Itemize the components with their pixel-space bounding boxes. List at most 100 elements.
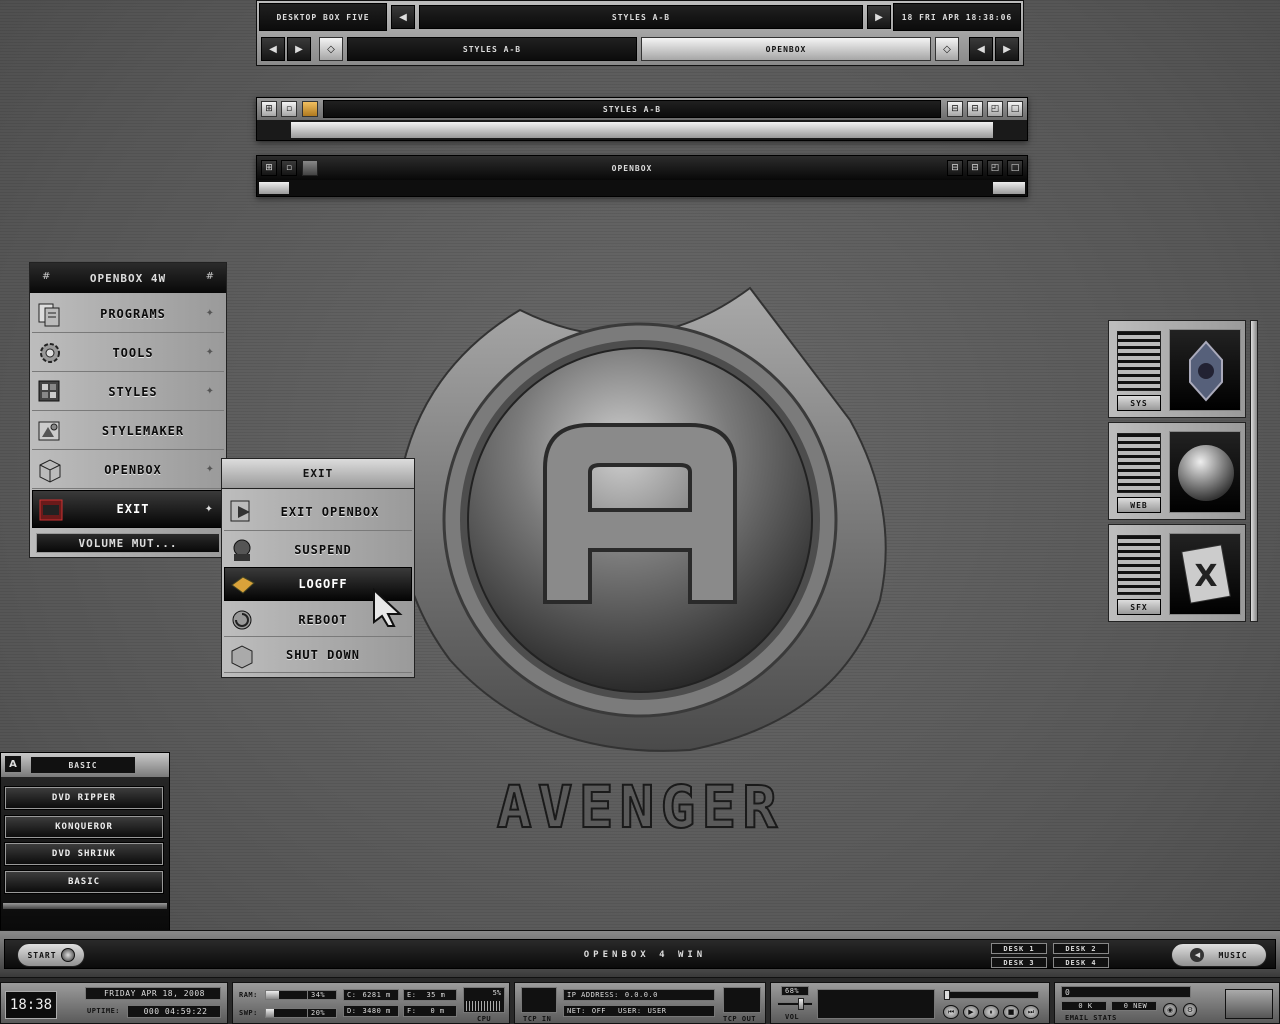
ip-label: ip address: [567,991,619,999]
menu-item-exit[interactable]: exit ✦ [32,490,224,528]
titlebar[interactable]: ⊞ ▫ styles a-b ⊟ ⊟ ◰ □ [257,98,1027,120]
tcp-in-graph [521,987,557,1013]
pause-button[interactable]: ⏸ [983,1005,999,1019]
swp-label: swp: [239,1009,258,1017]
volume-mute-item[interactable]: volume mut... [36,533,220,553]
desk-2-button[interactable]: desk 2 [1053,943,1109,954]
exit-icon [39,499,63,521]
stick-icon[interactable]: ▫ [281,101,297,117]
stop-button[interactable]: ■ [1003,1005,1019,1019]
play-button[interactable]: ▶ [963,1005,979,1019]
launch-konqueror[interactable]: konqueror [4,815,164,839]
seek-bar[interactable] [943,990,1039,1000]
menu-item-label: stylemaker [101,423,185,438]
prev-track-button[interactable]: ⏮ [943,1005,959,1019]
menu-item-programs[interactable]: programs ✦ [32,295,224,333]
submenu-arrow-icon: ✦ [205,347,214,358]
menu-item-tools[interactable]: tools ✦ [32,334,224,372]
menu-item-shut-down[interactable]: shut down [224,637,412,673]
dock-item-sys[interactable]: sys [1108,320,1246,418]
date-display: friday apr 18, 2008 [85,987,221,1000]
user-value: user [647,1007,667,1015]
desk-4-button[interactable]: desk 4 [1053,957,1109,968]
volume-slider[interactable] [777,998,813,1010]
drive-c: c: 6281 m [343,989,399,1001]
window-openbox: ⊞ ▫ openbox ⊟ ⊟ ◰ □ [256,155,1028,197]
tcp-out-label: tcp out [723,1015,757,1023]
desk-3-button[interactable]: desk 3 [991,957,1047,968]
start-button[interactable]: start [17,943,85,967]
exit-menu-title-bar: exit [222,459,414,489]
maximize-icon[interactable]: ◰ [987,160,1003,176]
music-button[interactable]: ◀ music [1171,943,1267,967]
menu-item-styles[interactable]: styles ✦ [32,373,224,411]
arrow-right-icon: ▶ [295,43,303,55]
close-icon[interactable]: □ [1007,160,1023,176]
ip-value: 0.0.0.0 [624,991,658,999]
menu-item-suspend[interactable]: suspend [224,531,412,569]
launch-dvd-shrink[interactable]: dvd shrink [4,842,164,866]
ram-percent: 34% [307,990,337,1000]
svg-text:X: X [1194,559,1217,594]
shade-icon[interactable]: ⊞ [261,101,277,117]
task-styles[interactable]: styles a-b [347,37,637,61]
menu-item-openbox[interactable]: openbox ✦ [32,451,224,489]
menu-item-exit-openbox[interactable]: exit openbox [224,493,412,531]
stick-icon[interactable]: ▫ [281,160,297,176]
right-dock-scrollbar[interactable] [1250,320,1258,622]
dock-item-web[interactable]: web [1108,422,1246,520]
maximize-icon[interactable]: ◰ [987,101,1003,117]
launch-basic[interactable]: basic [4,870,164,894]
drive-f-value: 0 m [430,1007,445,1015]
iconbar-toggle-button[interactable]: ◇ [319,37,343,61]
task-openbox[interactable]: openbox [641,37,931,61]
desk-1-button[interactable]: desk 1 [991,943,1047,954]
launcher-panel: A basic dvd ripper konqueror dvd shrink … [0,752,170,932]
net-display: net: off user: user [563,1005,715,1017]
cpu-graph: 5% [463,987,505,1013]
clock: 18 fri apr 18:38:06 [893,3,1021,31]
prev-desktop-button[interactable]: ◀ [391,5,415,29]
user-label: user: [618,1007,642,1015]
net-label: net: [567,1007,586,1015]
email-check-button[interactable]: ◉ [1163,1003,1177,1017]
root-menu: # openbox 4w # programs ✦ tools ✦ styles ✦ … [29,262,227,558]
exit-menu-title: exit [302,467,334,480]
drive-e: e: 35 m [403,989,457,1001]
gear-icon [40,343,60,363]
task-prev-button-2[interactable]: ◀ [969,37,993,61]
sfx-icon: X [1169,533,1241,615]
reboot-icon [232,610,252,630]
tcp-in-label: tcp in [523,1015,552,1023]
launch-dvd-ripper[interactable]: dvd ripper [4,786,164,810]
grip-left[interactable] [259,182,289,194]
clock-segment: 18:38 friday apr 18, 2008 uptime: 000 04… [0,982,228,1024]
clock-display: 18:38 [5,991,57,1019]
task-next-button[interactable]: ▶ [287,37,311,61]
iconbar-toggle-button-2[interactable]: ◇ [935,37,959,61]
lower-icon[interactable]: ⊟ [967,160,983,176]
next-track-button[interactable]: ⏭ [1023,1005,1039,1019]
task-prev-button[interactable]: ◀ [261,37,285,61]
logoff-icon [231,576,255,594]
task-next-button-2[interactable]: ▶ [995,37,1019,61]
exit-menu: exit exit openbox suspend logoff reboot … [221,458,415,678]
volume-slider-knob[interactable] [798,998,805,1010]
iconify-icon[interactable]: ⊟ [947,160,963,176]
close-icon[interactable]: □ [1007,101,1023,117]
titlebar[interactable]: ⊞ ▫ openbox ⊟ ⊟ ◰ □ [257,156,1027,180]
next-desktop-button[interactable]: ▶ [867,5,891,29]
seek-knob[interactable] [944,990,950,1000]
net-value: off [591,1007,607,1015]
iconify-icon[interactable]: ⊟ [947,101,963,117]
dock-item-sfx[interactable]: sfx X [1108,524,1246,622]
drive-d: d: 3480 m [343,1005,399,1017]
window-title: styles a-b [323,100,941,118]
start-orb-icon [60,948,75,962]
grip-right[interactable] [993,182,1025,194]
menu-item-stylemaker[interactable]: stylemaker [32,412,224,450]
shade-icon[interactable]: ⊞ [261,160,277,176]
ram-meter-fill [266,991,280,999]
email-settings-button[interactable]: ⚙ [1183,1003,1197,1017]
lower-icon[interactable]: ⊟ [967,101,983,117]
